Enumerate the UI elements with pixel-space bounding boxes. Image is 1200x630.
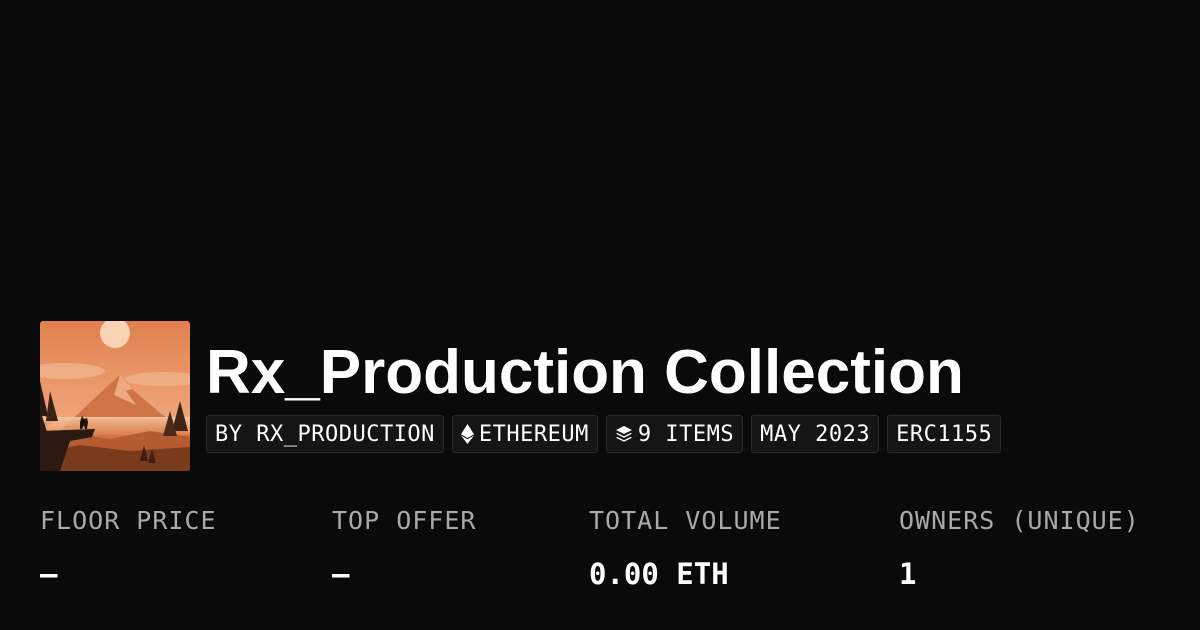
- collection-avatar: [40, 321, 190, 471]
- collection-title: Rx_Production Collection: [206, 338, 964, 407]
- total-volume-label: TOTAL VOLUME: [589, 506, 782, 535]
- stat-total-volume: TOTAL VOLUME 0.00 ETH: [589, 503, 782, 594]
- items-label: 9 ITEMS: [637, 421, 735, 447]
- layers-icon: [615, 426, 632, 442]
- mountain-landscape-wolf-image: [40, 321, 190, 471]
- total-volume-value: 0.00 ETH: [589, 557, 729, 591]
- creator-label: BY RX_PRODUCTION: [215, 421, 435, 447]
- standard-label: ERC1155: [896, 421, 993, 447]
- date-label: MAY 2023: [760, 421, 871, 447]
- floor-price-value: –: [40, 557, 58, 591]
- date-tag: MAY 2023: [751, 415, 880, 453]
- stat-floor-price: FLOOR PRICE –: [40, 503, 217, 594]
- top-offer-value: –: [332, 557, 350, 591]
- stat-top-offer: TOP OFFER –: [332, 503, 476, 594]
- stat-owners: OWNERS (UNIQUE) 1: [899, 503, 1140, 594]
- ethereum-icon: [460, 424, 474, 444]
- owners-value: 1: [899, 557, 917, 591]
- standard-tag: ERC1155: [887, 415, 1002, 453]
- top-offer-label: TOP OFFER: [332, 506, 477, 535]
- creator-tag[interactable]: BY RX_PRODUCTION: [206, 415, 444, 453]
- chain-label: ETHEREUM: [478, 421, 589, 447]
- items-tag[interactable]: 9 ITEMS: [605, 415, 744, 453]
- collection-tags: BY RX_PRODUCTION ETHEREUM 9 ITEMS MAY 20…: [206, 415, 1002, 453]
- owners-label: OWNERS (UNIQUE): [899, 506, 1140, 535]
- floor-price-label: FLOOR PRICE: [40, 506, 217, 535]
- chain-tag[interactable]: ETHEREUM: [451, 415, 598, 453]
